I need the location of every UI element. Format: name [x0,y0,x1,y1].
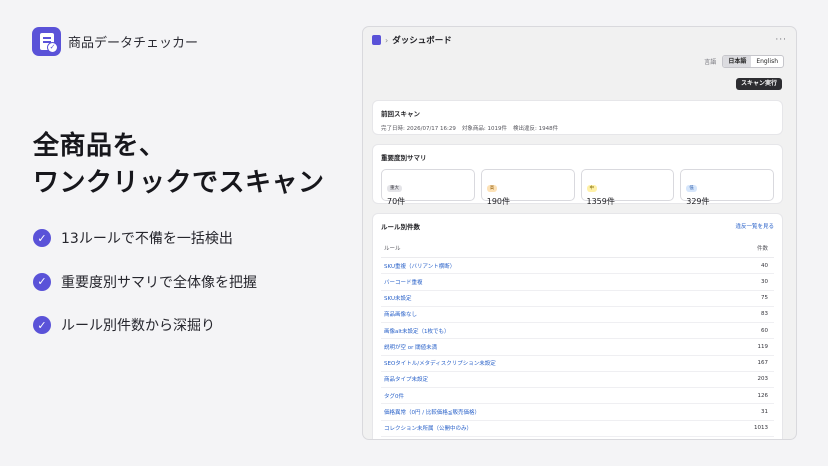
rule-count: 119 [757,343,769,350]
rule-count: 167 [757,360,769,367]
table-row: 商品タイプ未設定 203 [381,372,774,388]
table-row: 在庫マイナス（追跡ONのバリアント）1 [381,437,774,439]
rules-table-header: ルール 件数 [381,244,774,258]
severity-badge: 高 [486,185,498,192]
rule-count: 126 [757,392,769,399]
rule-name-link[interactable]: SKU未設定 [384,294,411,302]
rule-count: 31 [761,408,768,415]
severity-count: 329件 [686,197,710,206]
headline: 全商品を、 ワンクリックでスキャン [33,128,325,202]
table-row: SEOタイトル/メタディスクリプション未設定 167 [381,356,774,372]
severity-badge: 中 [586,185,597,192]
severity-count: 1359件 [586,197,615,206]
rule-name-link[interactable]: 商品画像なし [384,310,417,318]
rule-count: 40 [761,262,768,269]
table-row: 価格異常（0円 / 比較価格≦販売価格） 31 [381,404,774,421]
feature-item: ✓ ルール別件数から深掘り [33,314,257,336]
brand: ✓ 商品データチェッカー [32,27,198,56]
column-count: 件数 [756,246,768,252]
last-scan-detected: 検出違反: 1948件 [513,126,559,132]
rule-name-link[interactable]: SKU重複（バリアント横断） [384,262,455,270]
rule-name-link[interactable]: 商品タイプ未設定 [384,375,428,383]
feature-text: 13ルールで不備を一括検出 [61,231,233,247]
table-row: 商品画像なし 83 [381,307,774,323]
run-scan-button[interactable]: スキャン実行 [735,78,782,90]
rule-name-link[interactable]: バーコード重複 [384,278,423,286]
rule-count: 83 [761,311,768,318]
language-option-en[interactable]: English [751,56,783,67]
severity-box: 高 190件 [480,169,575,206]
last-scan-meta: 完了日時: 2026/07/17 16:29 対象商品: 1019件 検出違反:… [381,124,774,132]
last-scan-completed: 完了日時: 2026/07/17 16:29 [381,126,456,132]
severity-badge: 低 [686,185,697,192]
table-row: コレクション未所属（公開中のみ） 1013 [381,421,774,437]
app-icon[interactable] [372,35,381,45]
feature-item: ✓ 13ルールで不備を一括検出 [33,227,257,249]
rule-count: 30 [761,278,768,285]
rule-count: 1013 [754,425,768,432]
language-switcher: 言語 日本語 English [704,55,784,68]
last-scan-products: 対象商品: 1019件 [461,126,508,132]
app-window: › ダッシュボード ··· 言語 日本語 English スキャン実行 前回スキ… [362,26,797,440]
rule-name-link[interactable]: 説明が空 or 閾値未満 [384,343,437,351]
language-option-ja[interactable]: 日本語 [723,56,752,67]
rules-header: ルール別件数 違反一覧を見る [381,221,774,231]
rule-name-link[interactable]: 価格異常（0円 / 比較価格≦販売価格） [384,408,480,416]
table-row: SKU未設定 75 [381,291,774,307]
rule-name-link[interactable]: SEOタイトル/メタディスクリプション未設定 [384,359,496,367]
brand-name: 商品データチェッカー [68,36,199,51]
rule-count: 203 [757,376,769,383]
language-toggle: 日本語 English [722,55,784,68]
more-menu-icon[interactable]: ··· [775,35,787,45]
severity-badge: 重大 [387,185,402,192]
check-circle-icon: ✓ [33,272,51,291]
severity-count: 190件 [486,197,511,206]
severity-row: 重大 70件 高 190件 中 1359件 低 329件 [381,169,774,206]
rules-card: ルール別件数 違反一覧を見る ルール 件数 SKU重複（バリアント横断） 40 バー… [372,213,783,439]
rule-name-link[interactable]: 画像alt未設定（1枚でも） [384,327,450,335]
headline-line-1: 全商品を、 [33,131,166,161]
headline-line-2: ワンクリックでスキャン [33,168,325,198]
table-row: 画像alt未設定（1枚でも） 60 [381,323,774,340]
column-rule: ルール [384,246,401,252]
feature-list: ✓ 13ルールで不備を一括検出 ✓ 重要度別サマリで全体像を把握 ✓ ルール別件… [33,227,257,358]
severity-summary-card: 重要度別サマリ 重大 70件 高 190件 中 1359件 低 329件 [372,144,783,206]
app-logo-icon: ✓ [32,27,61,56]
severity-summary-title: 重要度別サマリ [381,154,427,162]
severity-box: 低 329件 [680,169,774,206]
rules-title: ルール別件数 [381,223,420,231]
feature-item: ✓ 重要度別サマリで全体像を把握 [33,271,257,293]
table-row: 説明が空 or 閾値未満 119 [381,339,774,356]
last-scan-title: 前回スキャン [381,110,420,118]
last-scan-card: 前回スキャン 完了日時: 2026/07/17 16:29 対象商品: 1019… [372,100,783,135]
breadcrumb-separator-icon: › [385,35,389,45]
check-circle-icon: ✓ [33,229,51,247]
rule-name-link[interactable]: コレクション未所属（公開中のみ） [384,424,472,432]
severity-box: 中 1359件 [580,169,675,206]
severity-box: 重大 70件 [381,169,475,206]
page-title: ダッシュボード [392,36,452,46]
table-row: SKU重複（バリアント横断） 40 [381,258,774,275]
feature-text: ルール別件数から深掘り [61,318,215,334]
rules-table-body: SKU重複（バリアント横断） 40 バーコード重複 30 SKU未設定 75 商品画像なし 8… [381,258,774,439]
table-row: バーコード重複 30 [381,274,774,291]
table-row: タグ0件 126 [381,388,774,405]
rule-count: 60 [761,327,768,334]
rule-name-link[interactable]: タグ0件 [384,392,404,400]
view-violations-link[interactable]: 違反一覧を見る [735,222,774,230]
title-bar: › ダッシュボード ··· [363,27,796,53]
feature-text: 重要度別サマリで全体像を把握 [61,274,257,291]
language-label: 言語 [704,59,717,66]
severity-count: 70件 [387,197,406,206]
rule-count: 75 [761,295,768,302]
check-circle-icon: ✓ [33,316,51,334]
